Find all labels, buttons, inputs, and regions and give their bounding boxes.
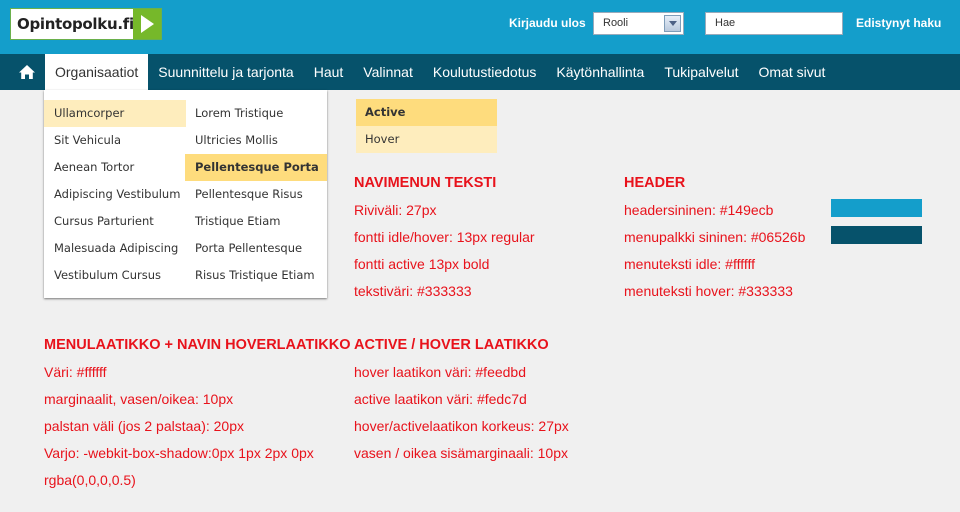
spec-line: fontti idle/hover: 13px regular	[354, 229, 535, 245]
spec-menulaatikko: MENULAATIKKO + NAVIN HOVERLAATIKKO Väri:…	[44, 332, 351, 494]
advanced-search-link[interactable]: Edistynyt haku	[856, 16, 941, 30]
spec-title: HEADER	[624, 175, 686, 191]
spec-title: ACTIVE / HOVER LAATIKKO	[354, 337, 549, 353]
spec-line: fontti active 13px bold	[354, 256, 490, 272]
logout-link[interactable]: Kirjaudu ulos	[509, 16, 586, 30]
spec-line: menupalkki sininen: #06526b	[624, 229, 806, 245]
nav-item-koulutustiedotus[interactable]: Koulutustiedotus	[423, 54, 547, 90]
dropdown-item[interactable]: Risus Tristique Etiam	[185, 262, 327, 289]
spec-line: Varjo: -webkit-box-shadow:0px 1px 2px 0p…	[44, 445, 314, 461]
spec-header: HEADER headersininen: #149ecb menupalkki…	[624, 170, 805, 305]
logo[interactable]: Opintopolku.fi	[10, 8, 162, 40]
spec-line: active laatikon väri: #fedc7d	[354, 391, 527, 407]
spec-title: MENULAATIKKO + NAVIN HOVERLAATIKKO	[44, 337, 351, 353]
spec-active-hover: ACTIVE / HOVER LAATIKKO hover laatikon v…	[354, 332, 569, 467]
spec-line: vasen / oikea sisämarginaali: 10px	[354, 445, 569, 461]
menu-bar-blue-swatch	[831, 226, 922, 244]
dropdown-item[interactable]: Lorem Tristique	[185, 100, 327, 127]
dropdown-item[interactable]: Tristique Etiam	[185, 208, 327, 235]
nav-item-haut[interactable]: Haut	[304, 54, 354, 90]
spec-line: menuteksti hover: #333333	[624, 283, 793, 299]
nav-item-tukipalvelut[interactable]: Tukipalvelut	[654, 54, 748, 90]
nav-item-kaytonhallinta[interactable]: Käytönhallinta	[546, 54, 654, 90]
dropdown-item[interactable]: Ullamcorper	[44, 100, 186, 127]
spec-line: marginaalit, vasen/oikea: 10px	[44, 391, 234, 407]
dropdown-item[interactable]: Sit Vehicula	[44, 127, 186, 154]
dropdown-item[interactable]: Pellentesque Risus	[185, 181, 327, 208]
nav-item-organisaatiot[interactable]: Organisaatiot	[45, 54, 149, 90]
header-blue-swatch	[831, 199, 922, 217]
spec-line: menuteksti idle: #ffffff	[624, 256, 756, 272]
dropdown-item[interactable]: Aenean Tortor	[44, 154, 186, 181]
nav-item-omat-sivut[interactable]: Omat sivut	[749, 54, 836, 90]
spec-line: hover laatikon väri: #feedbd	[354, 364, 526, 380]
hover-sample-box: Hover	[356, 126, 497, 153]
dropdown-item[interactable]: Porta Pellentesque	[185, 235, 327, 262]
spec-line: palstan väli (jos 2 palstaa): 20px	[44, 418, 244, 434]
dropdown-item[interactable]: Ultricies Mollis	[185, 127, 327, 154]
dropdown-item[interactable]: Pellentesque Porta	[185, 154, 327, 181]
search-input[interactable]: Hae	[705, 12, 843, 35]
dropdown-menu: Ullamcorper Sit Vehicula Aenean Tortor A…	[44, 90, 327, 298]
dropdown-item[interactable]: Vestibulum Cursus	[44, 262, 186, 289]
spec-line: tekstiväri: #333333	[354, 283, 472, 299]
chevron-down-icon[interactable]	[664, 15, 681, 32]
nav-item-suunnittelu[interactable]: Suunnittelu ja tarjonta	[148, 54, 303, 90]
role-select-value: Rooli	[603, 17, 629, 29]
main-nav: Organisaatiot Suunnittelu ja tarjonta Ha…	[0, 54, 960, 90]
spec-line: headersininen: #149ecb	[624, 202, 774, 218]
spec-title: NAVIMENUN TEKSTI	[354, 175, 497, 191]
spec-line: rgba(0,0,0,0.5)	[44, 472, 136, 488]
site-header: Opintopolku.fi Kirjaudu ulos Rooli Hae E…	[0, 0, 960, 54]
dropdown-item[interactable]: Adipiscing Vestibulum	[44, 181, 186, 208]
dropdown-item[interactable]: Malesuada Adipiscing	[44, 235, 186, 262]
home-icon[interactable]	[9, 54, 45, 90]
role-select[interactable]: Rooli	[593, 12, 684, 35]
spec-line: Väri: #ffffff	[44, 364, 107, 380]
dropdown-item[interactable]: Cursus Parturient	[44, 208, 186, 235]
nav-item-valinnat[interactable]: Valinnat	[353, 54, 423, 90]
search-placeholder: Hae	[715, 17, 736, 29]
active-sample-box: Active	[356, 99, 497, 126]
logo-text: Opintopolku.fi	[17, 15, 134, 33]
play-arrow-icon	[133, 9, 161, 39]
spec-navimenu: NAVIMENUN TEKSTI Riviväli: 27px fontti i…	[354, 170, 535, 305]
spec-line: hover/activelaatikon korkeus: 27px	[354, 418, 569, 434]
spec-line: Riviväli: 27px	[354, 202, 437, 218]
